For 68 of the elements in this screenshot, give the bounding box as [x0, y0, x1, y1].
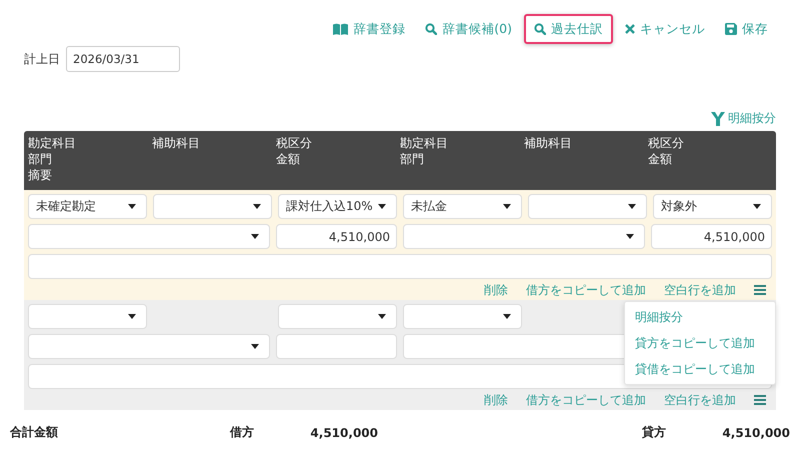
debit-total: 4,510,000	[309, 426, 378, 440]
column-header: 金額	[648, 151, 672, 167]
select-field[interactable]	[403, 304, 522, 329]
toolbar-button[interactable]: 辞書登録	[325, 14, 414, 44]
select-field[interactable]: 未確定勘定	[28, 194, 147, 219]
menu-icon[interactable]	[754, 395, 766, 405]
caret-icon	[253, 204, 261, 209]
column-header: 税区分	[648, 135, 684, 151]
total-label: 合計金額	[10, 424, 59, 441]
action-link[interactable]: 借方をコピーして追加	[526, 392, 646, 408]
action-link[interactable]: 空白行を追加	[664, 392, 736, 408]
column-header: 部門	[400, 151, 424, 167]
debit-label: 借方	[230, 424, 255, 441]
caret-icon	[251, 234, 259, 239]
select-field[interactable]: 未払金	[403, 194, 522, 219]
select-field[interactable]: 対象外	[653, 194, 772, 219]
action-link[interactable]: 空白行を追加	[664, 282, 736, 298]
split-link[interactable]: 明細按分	[711, 110, 776, 127]
date-label: 計上日	[24, 50, 60, 68]
select-field[interactable]	[278, 304, 397, 329]
menu-item[interactable]: 明細按分	[625, 304, 775, 330]
column-header: 勘定科目	[28, 135, 76, 151]
menu-icon[interactable]	[754, 285, 766, 295]
column-header: 補助科目	[524, 135, 572, 151]
toolbar-button[interactable]: 過去仕訳	[524, 14, 613, 44]
select-field[interactable]	[153, 194, 272, 219]
split-icon	[711, 112, 725, 126]
caret-icon	[503, 314, 511, 319]
select-field[interactable]	[528, 194, 647, 219]
column-header: 部門	[28, 151, 52, 167]
column-header: 摘要	[28, 167, 52, 183]
column-header: 補助科目	[152, 135, 200, 151]
save-icon	[725, 23, 737, 35]
amount-field[interactable]	[276, 334, 397, 359]
credit-total: 4,510,000	[721, 426, 790, 440]
search-icon	[534, 23, 546, 35]
select-field[interactable]	[28, 304, 147, 329]
caret-icon	[251, 344, 259, 349]
amount-field[interactable]: 4,510,000	[276, 224, 397, 249]
toolbar-button[interactable]: キャンセル	[617, 14, 713, 44]
book-icon	[333, 23, 348, 35]
action-link[interactable]: 削除	[484, 282, 508, 298]
column-header: 勘定科目	[400, 135, 448, 151]
column-header: 金額	[276, 151, 300, 167]
caret-icon	[128, 314, 136, 319]
toolbar-button[interactable]: 保存	[717, 14, 776, 44]
select-field[interactable]	[28, 224, 270, 249]
menu-item[interactable]: 貸方をコピーして追加	[625, 330, 775, 356]
date-field[interactable]: 2026/03/31	[66, 46, 180, 72]
action-link[interactable]: 借方をコピーして追加	[526, 282, 646, 298]
action-link[interactable]: 削除	[484, 392, 508, 408]
search-icon	[425, 23, 438, 35]
caret-icon	[628, 204, 636, 209]
column-header: 税区分	[276, 135, 312, 151]
caret-icon	[626, 234, 634, 239]
close-icon	[625, 24, 635, 34]
caret-icon	[378, 314, 386, 319]
memo-field[interactable]	[28, 254, 772, 279]
credit-label: 貸方	[642, 424, 667, 441]
select-field[interactable]: 課対仕入込10%	[278, 194, 397, 219]
caret-icon	[378, 204, 386, 209]
toolbar-button[interactable]: 辞書候補(0)	[417, 14, 520, 44]
amount-field[interactable]: 4,510,000	[651, 224, 772, 249]
select-field[interactable]	[403, 224, 645, 249]
caret-icon	[753, 204, 761, 209]
select-field[interactable]	[28, 334, 270, 359]
caret-icon	[128, 204, 136, 209]
caret-icon	[503, 204, 511, 209]
